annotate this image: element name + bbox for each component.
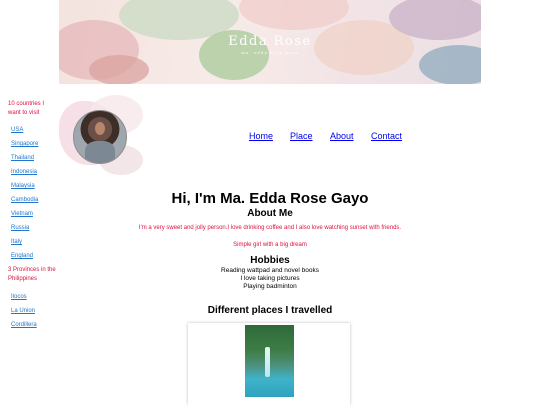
hobby-item: I love taking pictures <box>240 275 300 282</box>
sidebar-item-malaysia[interactable]: Malaysia <box>11 182 35 191</box>
waterfall-photo <box>245 325 294 397</box>
hobbies-heading: Hobbies <box>250 255 290 266</box>
nav-about-link[interactable]: About <box>330 131 354 141</box>
travel-photo-card <box>188 323 350 405</box>
countries-heading: 10 countries I want to visit <box>8 101 45 116</box>
sidebar-item-ilocos[interactable]: Ilocos <box>11 293 27 302</box>
avatar-face <box>95 122 105 135</box>
page-title: Hi, I'm Ma. Edda Rose Gayo <box>171 190 369 207</box>
header-banner: Edda Rose ma. edda rose gayo <box>59 0 481 84</box>
sidebar-item-vietnam[interactable]: Vietnam <box>11 210 33 219</box>
avatar-body <box>85 141 115 163</box>
nav-contact-link[interactable]: Contact <box>371 131 402 141</box>
sidebar-item-england[interactable]: England <box>11 252 33 261</box>
watercolor-blob <box>89 55 149 84</box>
sidebar-item-thailand[interactable]: Thailand <box>11 154 34 163</box>
hobby-item: Playing badminton <box>243 283 297 290</box>
waterfall-stream <box>265 347 270 377</box>
sidebar-item-singapore[interactable]: Singapore <box>11 140 38 149</box>
about-heading: About Me <box>247 208 293 219</box>
hobby-item: Reading wattpad and novel books <box>221 267 319 274</box>
nav-home-link[interactable]: Home <box>249 131 273 141</box>
about-text: I'm a very sweet and jolly person.I love… <box>138 225 402 231</box>
banner-title: Edda Rose <box>228 34 312 49</box>
banner-subtitle: ma. edda rose gayo <box>241 50 299 55</box>
sidebar-item-indonesia[interactable]: Indonesia <box>11 168 37 177</box>
sidebar-item-cambodia[interactable]: Cambodia <box>11 196 38 205</box>
sidebar-item-italy[interactable]: Italy <box>11 238 22 247</box>
sidebar-item-usa[interactable]: USA <box>11 126 23 135</box>
nav-place-link[interactable]: Place <box>290 131 313 141</box>
sidebar-item-la-union[interactable]: La Union <box>11 307 35 316</box>
sidebar-item-russia[interactable]: Russia <box>11 224 29 233</box>
places-heading: Different places I travelled <box>207 305 333 316</box>
profile-picture-area <box>59 95 143 177</box>
avatar <box>73 110 127 164</box>
provinces-heading: 3 Provinces in the Philippines <box>8 267 56 282</box>
sidebar-item-cordillera[interactable]: Cordillera <box>11 321 37 330</box>
tagline: Simple girl with a big dream <box>233 242 307 248</box>
